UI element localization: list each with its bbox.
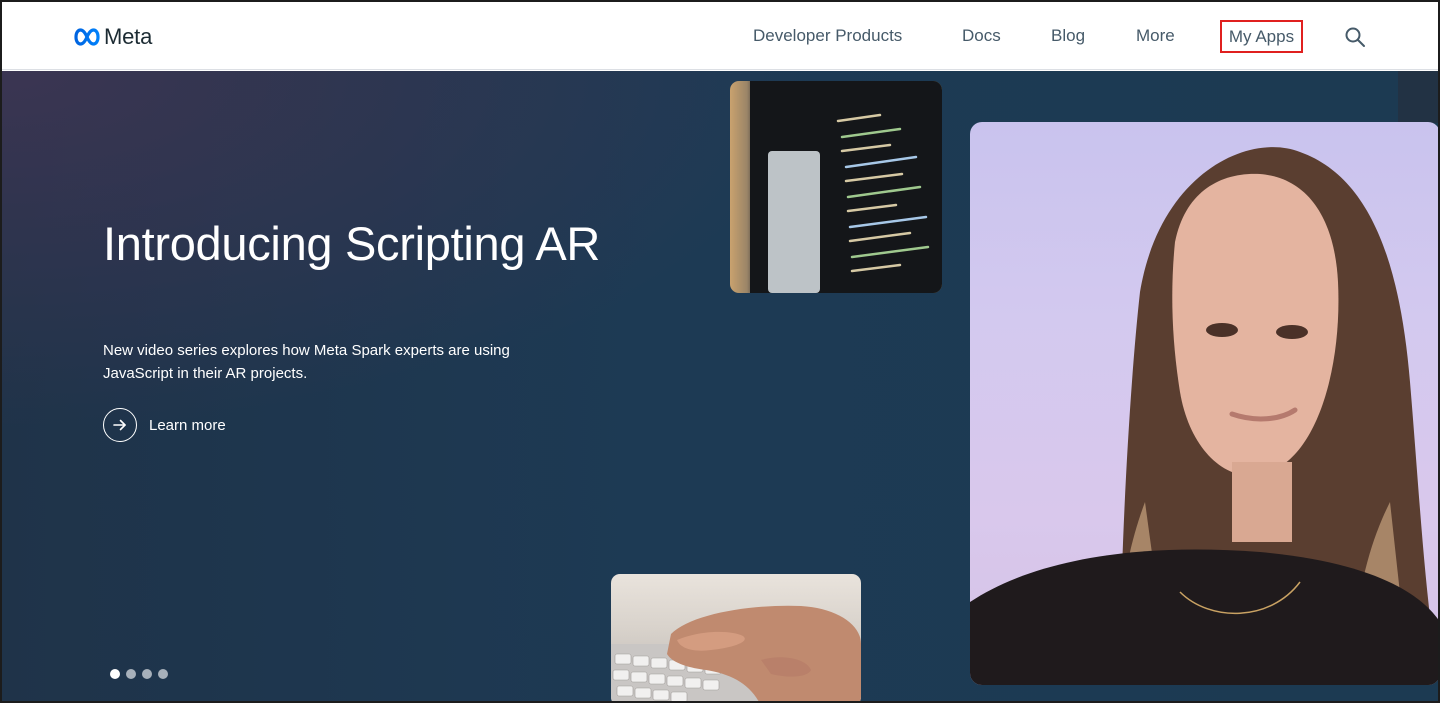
nav-more[interactable]: More: [1136, 25, 1175, 47]
hero-title: Introducing Scripting AR: [103, 217, 601, 270]
search-icon: [1345, 27, 1365, 47]
hero-banner: Introducing Scripting AR New video serie…: [2, 71, 1438, 701]
carousel-dot-3[interactable]: [142, 669, 152, 679]
learn-more-link[interactable]: Learn more: [103, 408, 226, 442]
carousel-dot-4[interactable]: [158, 669, 168, 679]
typing-hands-image: [611, 574, 861, 701]
code-screen-image: [730, 81, 942, 293]
presenter-illustration: [970, 147, 1438, 685]
learn-more-circle: [103, 408, 137, 442]
carousel-pagination: [110, 669, 168, 679]
hero-edge-strip: [1398, 71, 1438, 123]
nav-my-apps[interactable]: My Apps: [1220, 20, 1303, 53]
main-nav: Developer Products Docs Blog More My App…: [2, 2, 1438, 70]
nav-docs[interactable]: Docs: [962, 25, 1001, 47]
presenter-video-image: [970, 122, 1438, 685]
learn-more-label: Learn more: [149, 416, 226, 434]
nav-developer-products[interactable]: Developer Products: [753, 25, 902, 47]
top-navigation-bar: Meta Developer Products Docs Blog More M…: [2, 2, 1438, 70]
code-screen-illustration: [750, 81, 942, 293]
search-button[interactable]: [1343, 25, 1367, 49]
arrow-right-icon: [113, 419, 126, 431]
carousel-dot-1[interactable]: [110, 669, 120, 679]
hero-subtitle: New video series explores how Meta Spark…: [103, 342, 510, 382]
nav-blog[interactable]: Blog: [1051, 25, 1085, 47]
browser-frame: Meta Developer Products Docs Blog More M…: [0, 0, 1440, 703]
typing-hands-illustration: [611, 605, 861, 701]
carousel-dot-2[interactable]: [126, 669, 136, 679]
